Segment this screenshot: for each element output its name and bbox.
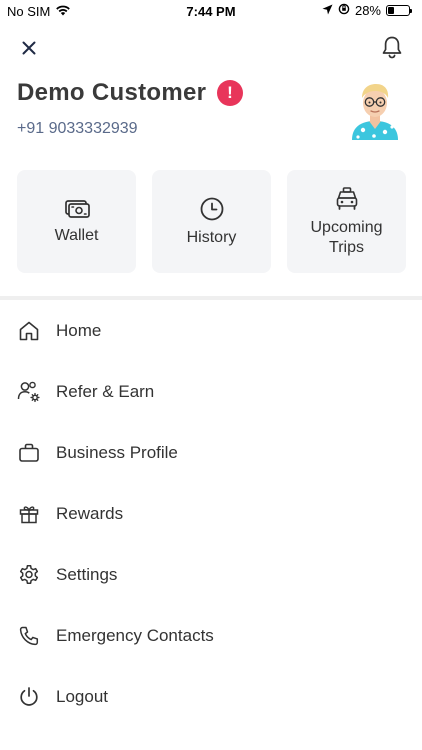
briefcase-icon	[17, 441, 41, 465]
taxi-icon	[334, 186, 360, 212]
clock-icon	[199, 196, 225, 222]
menu-label-refer-earn: Refer & Earn	[56, 382, 155, 401]
location-arrow-icon	[322, 3, 333, 18]
user-name: Demo Customer	[17, 79, 207, 106]
alert-symbol: !	[227, 83, 233, 102]
section-divider	[0, 296, 422, 300]
phone-icon	[17, 624, 41, 648]
upcoming-trips-label: Upcoming Trips	[310, 218, 383, 256]
menu-label-home: Home	[56, 321, 102, 340]
menu-item-business-profile[interactable]: Business Profile	[0, 428, 422, 478]
close-icon	[22, 41, 36, 60]
user-phone: +91 9033332939	[17, 120, 138, 137]
menu-label-emergency-contacts: Emergency Contacts	[56, 626, 214, 645]
gift-icon	[17, 502, 41, 526]
notifications-button[interactable]	[378, 35, 406, 63]
history-tile[interactable]: History	[152, 170, 271, 273]
menu-label-logout: Logout	[56, 687, 108, 706]
refer-icon	[17, 380, 41, 404]
menu-item-refer-earn[interactable]: Refer & Earn	[0, 367, 422, 417]
status-right: 28%	[322, 3, 412, 18]
wallet-label: Wallet	[54, 226, 99, 244]
wallet-icon	[64, 198, 90, 220]
menu-label-settings: Settings	[56, 565, 118, 584]
menu-label-rewards: Rewards	[56, 504, 124, 523]
power-icon	[17, 685, 41, 709]
menu-item-rewards[interactable]: Rewards	[0, 489, 422, 539]
battery-percent: 28%	[354, 3, 381, 18]
battery-icon	[386, 5, 412, 16]
gear-icon	[17, 563, 41, 587]
menu-item-logout[interactable]: Logout	[0, 672, 422, 722]
menu-label-business-profile: Business Profile	[56, 443, 178, 462]
avatar[interactable]	[348, 80, 402, 140]
wallet-tile[interactable]: Wallet	[17, 170, 136, 273]
menu-item-emergency-contacts[interactable]: Emergency Contacts	[0, 611, 422, 661]
home-icon	[17, 319, 41, 343]
battery-fill	[388, 7, 394, 14]
close-button[interactable]	[16, 37, 42, 63]
bell-icon	[381, 35, 403, 64]
orientation-lock-icon	[338, 3, 350, 18]
profile-alert-badge[interactable]: !	[217, 80, 243, 106]
status-bar: No SIM 7:44 PM 28%	[0, 0, 422, 24]
menu-item-settings[interactable]: Settings	[0, 550, 422, 600]
upcoming-trips-tile[interactable]: Upcoming Trips	[287, 170, 406, 273]
history-label: History	[186, 228, 237, 246]
menu-item-home[interactable]: Home	[0, 306, 422, 356]
